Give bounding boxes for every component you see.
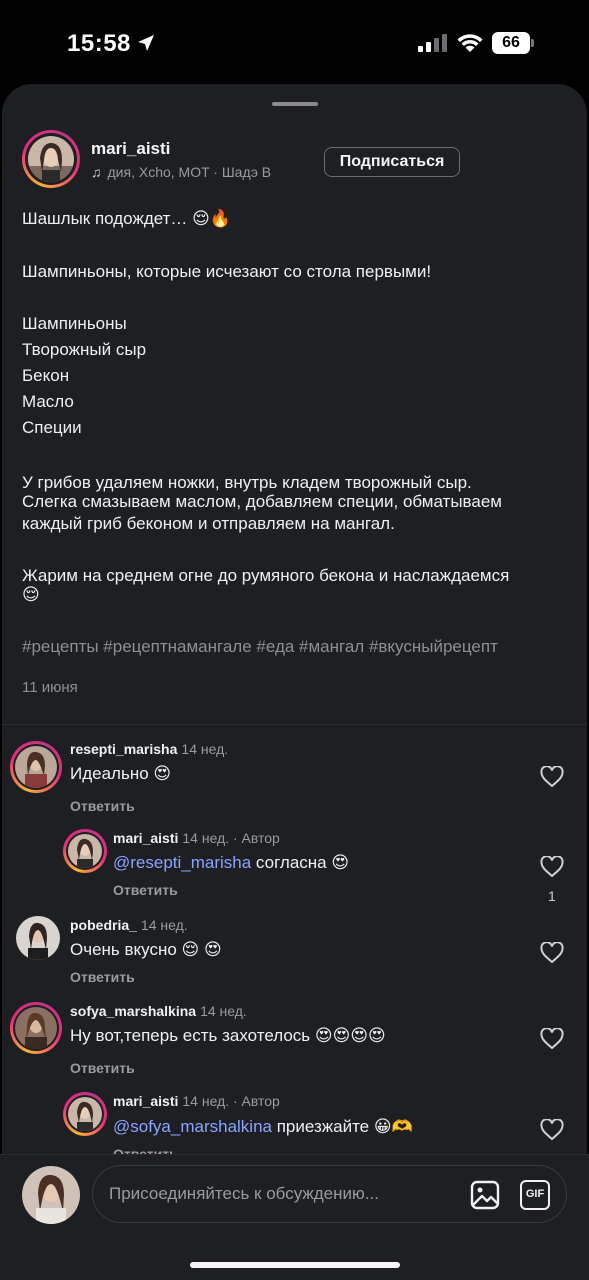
reply-button[interactable]: Ответить: [70, 969, 135, 985]
caption-line1: Шашлык подождет… 😌🔥: [22, 209, 232, 228]
like-heart-icon[interactable]: [540, 942, 564, 964]
battery-level: 66: [492, 32, 530, 54]
comments-sheet: mari_aisti ♫ дия, Xcho, MOT · Шадэ В Подп…: [2, 84, 587, 1280]
wifi-icon: [457, 34, 483, 52]
battery-icon: 66: [492, 32, 534, 54]
like-heart-icon[interactable]: [540, 1119, 564, 1141]
sheet-drag-handle[interactable]: [272, 102, 318, 106]
comment-time: 14 нед. · Автор: [182, 830, 280, 846]
subscribe-button[interactable]: Подписаться: [324, 147, 460, 177]
comment-text: Очень вкусно 😌 😍: [70, 940, 222, 959]
cellular-signal-icon: [418, 34, 447, 52]
caption-line2: Шампиньоны, которые исчезают со стола пе…: [22, 262, 432, 281]
image-icon[interactable]: [470, 1180, 500, 1210]
reply-button[interactable]: Ответить: [113, 882, 178, 898]
reply-button[interactable]: Ответить: [113, 1146, 178, 1154]
comment-time: 14 нед. · Автор: [182, 1093, 280, 1109]
instruction-line: У грибов удаляем ножки, внутрь кладем тв…: [22, 473, 472, 492]
like-heart-icon[interactable]: [540, 856, 564, 878]
comment-username[interactable]: resepti_marisha 14 нед.: [70, 741, 228, 757]
music-label[interactable]: ♫ дия, Xcho, MOT · Шадэ В: [91, 164, 271, 180]
divider: [0, 1154, 589, 1155]
reply-button[interactable]: Ответить: [70, 798, 135, 814]
comment-text: @resepti_marisha согласна 😍: [113, 853, 350, 872]
comment-username[interactable]: pobedria_ 14 нед.: [70, 917, 188, 933]
comment-input-placeholder: Присоединяйтесь к обсуждению...: [109, 1184, 379, 1203]
ingredient-item: Шампиньоны: [22, 314, 127, 333]
commenter-avatar[interactable]: [63, 1092, 107, 1136]
finish-line-emoji: 😌: [22, 585, 40, 604]
mention-link[interactable]: @resepti_marisha: [113, 853, 251, 872]
reply-button[interactable]: Ответить: [70, 1060, 135, 1076]
ingredient-item: Масло: [22, 392, 74, 411]
author-avatar[interactable]: [22, 130, 80, 188]
ingredient-item: Специи: [22, 418, 82, 437]
commenter-avatar[interactable]: [10, 1002, 62, 1054]
mention-link[interactable]: @sofya_marshalkina: [113, 1117, 272, 1136]
comment-time: 14 нед.: [200, 1003, 247, 1019]
post-date: 11 июня: [22, 679, 78, 696]
status-bar: 15:58 66: [0, 0, 589, 84]
home-indicator: [190, 1262, 400, 1268]
comment-text: Идеально 😍: [70, 764, 172, 783]
like-count: 1: [548, 888, 556, 904]
my-avatar[interactable]: [22, 1166, 80, 1224]
comment-text: @sofya_marshalkina приезжайте 😀🫶: [113, 1117, 413, 1136]
ingredient-item: Творожный сыр: [22, 340, 147, 359]
comment-username[interactable]: sofya_marshalkina 14 нед.: [70, 1003, 247, 1019]
comment-username[interactable]: mari_aisti 14 нед. · Автор: [113, 830, 280, 846]
commenter-avatar[interactable]: [10, 741, 62, 793]
comment-time: 14 нед.: [181, 741, 229, 757]
ingredient-item: Бекон: [22, 366, 70, 385]
finish-line: Жарим на среднем огне до румяного бекона…: [22, 566, 510, 585]
instruction-line: каждый гриб беконом и отправляем на манг…: [22, 514, 395, 533]
like-heart-icon[interactable]: [540, 766, 564, 788]
comment-time: 14 нед.: [140, 917, 188, 933]
commenter-avatar[interactable]: [16, 916, 60, 960]
post-author-name[interactable]: mari_aisti: [91, 139, 170, 159]
like-heart-icon[interactable]: [540, 1028, 564, 1050]
comment-username[interactable]: mari_aisti 14 нед. · Автор: [113, 1093, 280, 1109]
comment-input[interactable]: Присоединяйтесь к обсуждению... GIF: [92, 1165, 567, 1223]
instruction-line: Слегка смазываем маслом, добавляем специ…: [22, 492, 502, 511]
status-time: 15:58: [67, 30, 131, 57]
gif-icon[interactable]: GIF: [520, 1180, 550, 1210]
comment-text: Ну вот,теперь есть захотелось 😍😍😍😍: [70, 1026, 386, 1045]
commenter-avatar[interactable]: [63, 829, 107, 873]
location-arrow-icon: [138, 35, 154, 51]
music-note-icon: ♫: [91, 164, 102, 180]
divider: [2, 724, 587, 725]
post-hashtags[interactable]: #рецепты #рецептнамангале #еда #мангал #…: [22, 637, 498, 657]
